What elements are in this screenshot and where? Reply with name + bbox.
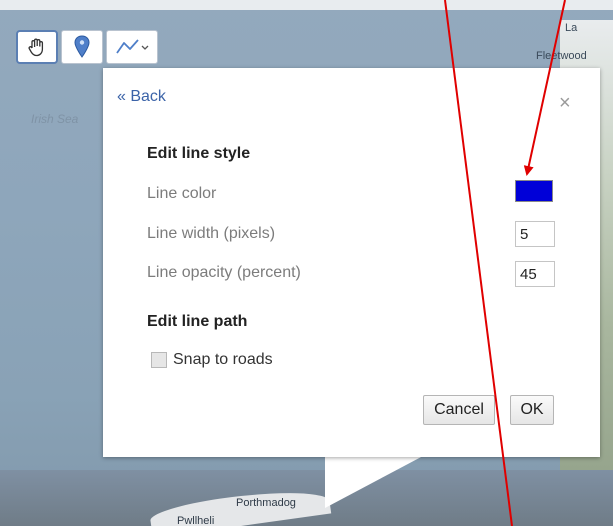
line-color-swatch[interactable] (515, 180, 553, 202)
edit-line-dialog: « Back × Edit line style Line color Line… (103, 68, 600, 457)
back-link[interactable]: « Back (117, 88, 166, 106)
add-marker-button[interactable] (61, 30, 103, 64)
chevron-down-icon (141, 43, 149, 51)
line-color-label: Line color (147, 185, 217, 202)
town-label-pwllheli: Pwllheli (177, 515, 215, 526)
line-width-input[interactable] (515, 221, 555, 247)
town-label-partial: La (565, 22, 578, 34)
line-style-section-title: Edit line style (147, 145, 251, 162)
snap-to-roads-checkbox[interactable] (151, 352, 167, 368)
cancel-button[interactable]: Cancel (423, 395, 495, 425)
map-marker-icon (73, 35, 91, 59)
hand-icon (26, 36, 48, 58)
snap-to-roads-label[interactable]: Snap to roads (173, 351, 273, 369)
close-icon[interactable]: × (559, 93, 571, 113)
dialog-pointer-tail (325, 456, 423, 508)
ok-button[interactable]: OK (510, 395, 554, 425)
sea-label: Irish Sea (31, 112, 79, 126)
line-width-label: Line width (pixels) (147, 225, 276, 242)
line-opacity-input[interactable] (515, 261, 555, 287)
line-draw-icon (115, 37, 141, 57)
line-path-section-title: Edit line path (147, 313, 248, 330)
town-label-fleetwood: Fleetwood (536, 50, 587, 62)
line-opacity-label: Line opacity (percent) (147, 264, 301, 281)
town-label-porthmadog: Porthmadog (236, 497, 296, 509)
snap-to-roads-row[interactable]: Snap to roads (151, 351, 273, 369)
hand-tool-button[interactable] (16, 30, 58, 64)
draw-line-button[interactable] (106, 30, 158, 64)
map-land-top (0, 0, 613, 10)
